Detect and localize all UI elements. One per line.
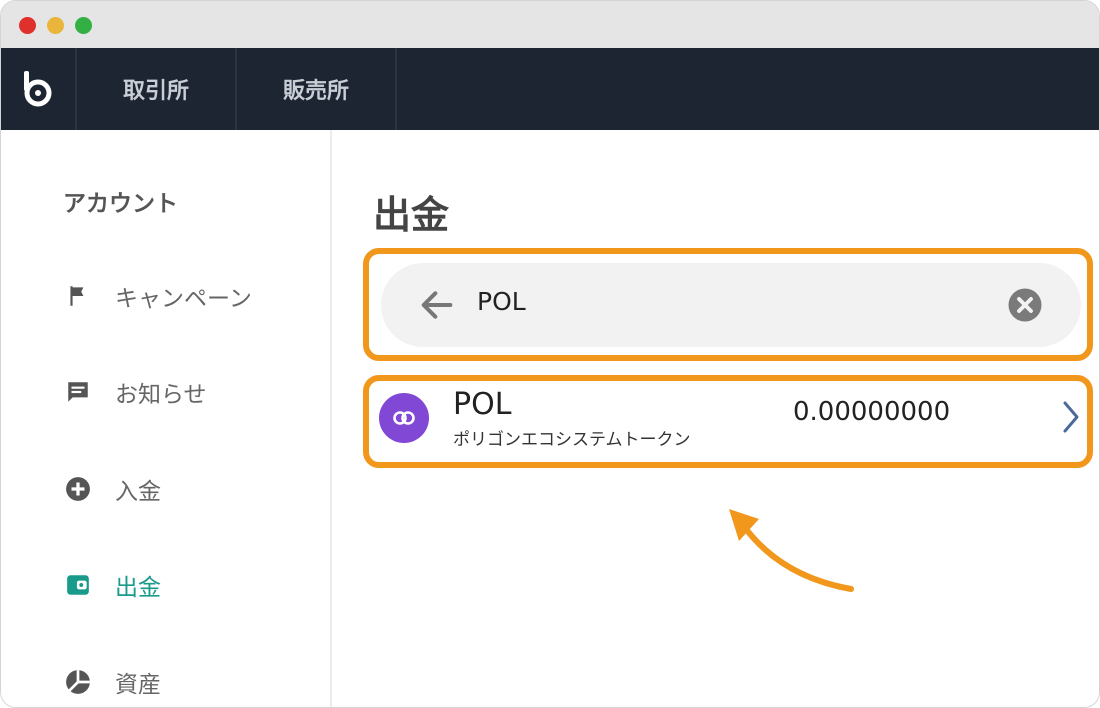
sidebar-item-notices[interactable]: お知らせ bbox=[63, 372, 207, 412]
sidebar-item-withdrawal[interactable]: 出金 bbox=[63, 565, 161, 605]
plus-circle-icon bbox=[63, 474, 93, 504]
top-nav: 取引所 販売所 bbox=[1, 48, 1099, 130]
tab-brokerage[interactable]: 販売所 bbox=[237, 48, 397, 130]
search-input[interactable]: POL bbox=[477, 287, 526, 316]
polygon-coin-icon bbox=[379, 393, 429, 443]
maximize-window-button[interactable] bbox=[75, 17, 92, 34]
message-icon bbox=[63, 377, 93, 407]
sidebar-item-label: キャンペーン bbox=[115, 286, 252, 312]
window-titlebar bbox=[1, 1, 1099, 48]
chevron-right-icon[interactable] bbox=[1059, 399, 1083, 439]
sidebar-item-campaign[interactable]: キャンペーン bbox=[63, 276, 252, 316]
currency-search-bar[interactable]: POL bbox=[381, 263, 1081, 347]
currency-name: ポリゴンエコシステムトークン bbox=[453, 430, 691, 450]
clear-circle-icon[interactable] bbox=[1007, 287, 1043, 327]
sidebar-item-label: 資産 bbox=[115, 672, 161, 698]
sidebar-item-label: お知らせ bbox=[115, 382, 207, 408]
pie-chart-icon bbox=[63, 667, 93, 697]
sidebar: アカウント キャンペーン お知らせ 入金 出金 資産 bbox=[1, 130, 332, 707]
minimize-window-button[interactable] bbox=[47, 17, 64, 34]
sidebar-item-label: 出金 bbox=[115, 575, 161, 601]
app-window: 取引所 販売所 アカウント キャンペーン お知らせ 入金 出金 資産 出金 PO… bbox=[0, 0, 1100, 708]
tab-exchange[interactable]: 取引所 bbox=[77, 48, 237, 130]
flag-icon bbox=[63, 281, 93, 311]
sidebar-heading-account: アカウント bbox=[63, 191, 178, 217]
arrow-left-icon[interactable] bbox=[417, 285, 457, 329]
page-title: 出金 bbox=[373, 193, 450, 237]
currency-balance: 0.00000000 bbox=[793, 397, 951, 427]
close-window-button[interactable] bbox=[19, 17, 36, 34]
sidebar-item-assets[interactable]: 資産 bbox=[63, 662, 161, 702]
bitbank-logo-icon[interactable] bbox=[1, 48, 77, 130]
currency-symbol: POL bbox=[453, 387, 512, 422]
currency-result-row[interactable]: POL ポリゴンエコシステムトークン 0.00000000 bbox=[373, 385, 1085, 457]
wallet-icon bbox=[63, 570, 93, 600]
sidebar-item-label: 入金 bbox=[115, 479, 161, 505]
sidebar-item-deposit[interactable]: 入金 bbox=[63, 469, 161, 509]
